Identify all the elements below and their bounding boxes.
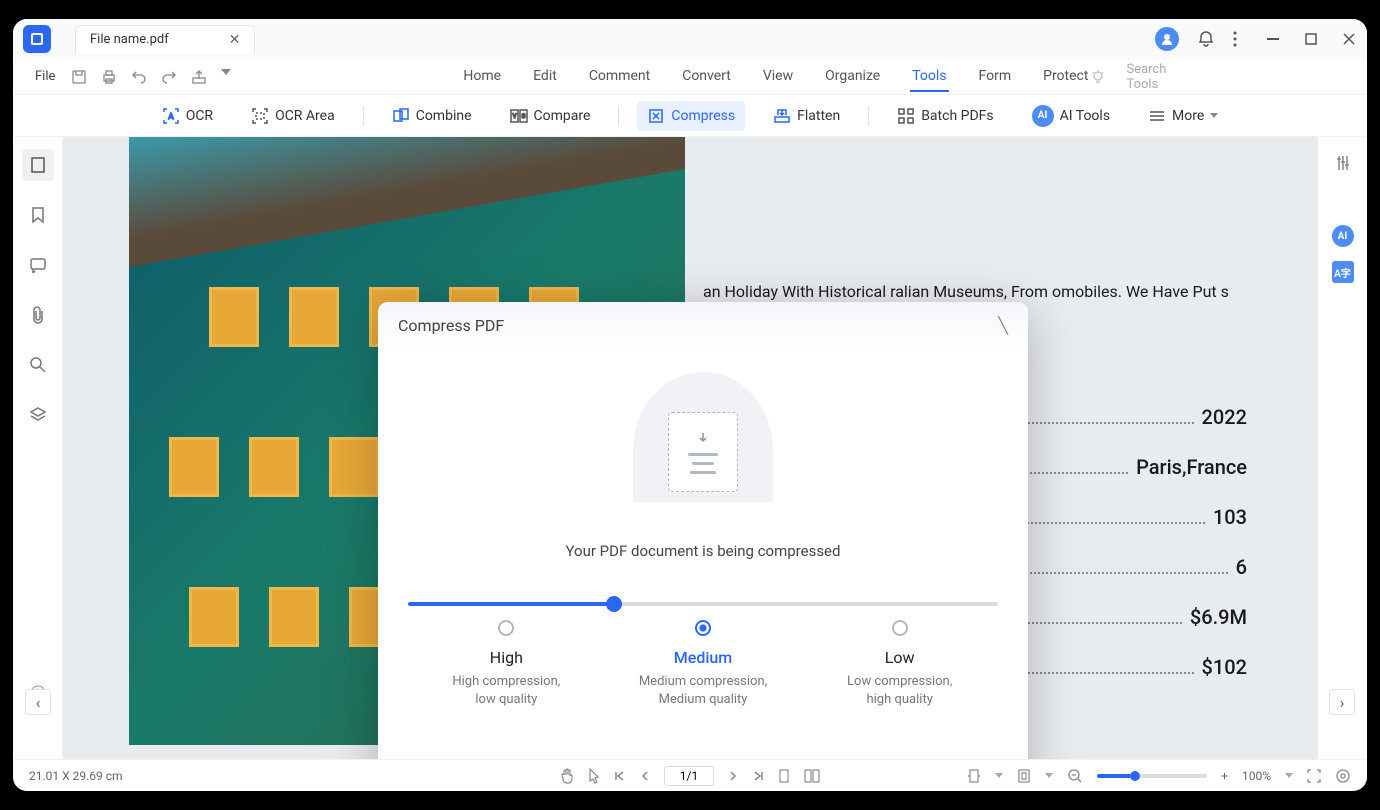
dropdown-icon[interactable] — [221, 69, 231, 85]
tab-filename: File name.pdf — [90, 32, 169, 47]
notification-bell-icon[interactable] — [1197, 30, 1215, 48]
tab-organize[interactable]: Organize — [823, 62, 882, 92]
document-tab[interactable]: File name.pdf ✕ — [75, 25, 255, 54]
content-area: an Holiday With Historical ralian Museum… — [13, 137, 1367, 759]
lightbulb-icon — [1090, 69, 1106, 85]
select-tool-icon[interactable] — [588, 768, 600, 784]
tool-ocr-area[interactable]: OCR Area — [241, 101, 345, 131]
bookmarks-icon[interactable] — [22, 199, 54, 231]
last-page-icon[interactable] — [752, 770, 764, 782]
tool-batch-pdfs[interactable]: Batch PDFs — [887, 101, 1003, 131]
ai-side-icon[interactable]: AI — [1332, 225, 1354, 247]
right-sidebar: AI A字 — [1317, 137, 1367, 759]
radio-medium[interactable] — [695, 620, 711, 636]
radio-low[interactable] — [892, 620, 908, 636]
dialog-header: Compress PDF ╲ — [378, 302, 1028, 348]
thumbnails-icon[interactable] — [22, 149, 54, 181]
collapse-left-icon[interactable]: ‹ — [25, 689, 51, 715]
compress-status: Your PDF document is being compressed — [566, 542, 841, 560]
fit-width-icon[interactable] — [967, 768, 981, 784]
print-icon[interactable] — [101, 69, 117, 85]
fullscreen-icon[interactable] — [1307, 769, 1321, 783]
separator — [618, 106, 619, 126]
tool-combine[interactable]: Combine — [382, 101, 482, 131]
app-logo-icon — [23, 25, 51, 53]
chevron-down-icon[interactable] — [1285, 773, 1293, 779]
tab-tools[interactable]: Tools — [910, 62, 948, 92]
maximize-icon[interactable] — [1303, 31, 1319, 47]
tab-convert[interactable]: Convert — [680, 62, 733, 92]
translate-icon[interactable]: A字 — [1332, 261, 1354, 283]
tool-flatten[interactable]: Flatten — [763, 101, 850, 131]
zoom-slider[interactable] — [1097, 774, 1207, 778]
zoom-in-icon[interactable]: + — [1221, 769, 1228, 783]
quality-medium[interactable]: Medium Medium compression,Medium quality — [605, 620, 802, 709]
tool-more[interactable]: More — [1138, 102, 1228, 130]
quality-high[interactable]: High High compression,low quality — [408, 620, 605, 709]
tool-compress[interactable]: Compress — [637, 101, 745, 131]
comments-icon[interactable] — [22, 249, 54, 281]
tab-home[interactable]: Home — [461, 62, 503, 92]
nav-tabs: Home Edit Comment Convert View Organize … — [461, 62, 1090, 92]
page-dimensions: 21.01 X 29.69 cm — [29, 769, 123, 783]
fit-page-icon[interactable] — [1017, 768, 1031, 784]
search-tools-input[interactable]: Search Tools — [1126, 62, 1166, 92]
tools-toolbar: A OCR OCR Area Combine VS Compare Compre… — [13, 95, 1367, 137]
zoom-value: 100% — [1242, 769, 1271, 783]
quality-slider[interactable]: High High compression,low quality Medium… — [408, 602, 998, 709]
radio-high[interactable] — [498, 620, 514, 636]
tab-form[interactable]: Form — [977, 62, 1014, 92]
compress-dialog: Compress PDF ╲ Your PDF document is bein… — [378, 302, 1028, 791]
first-page-icon[interactable] — [614, 770, 626, 782]
compress-illustration-icon — [633, 372, 773, 502]
svg-text:S: S — [521, 113, 525, 120]
collapse-right-icon[interactable]: › — [1329, 689, 1355, 715]
search-icon[interactable] — [22, 349, 54, 381]
user-avatar-icon[interactable] — [1155, 27, 1179, 51]
statusbar: 21.01 X 29.69 cm + 100% — [13, 759, 1367, 791]
share-icon[interactable] — [191, 69, 207, 85]
tool-compare[interactable]: VS Compare — [500, 101, 601, 131]
svg-text:A: A — [168, 112, 174, 121]
ai-icon: AI — [1032, 105, 1054, 127]
dialog-close-icon[interactable]: ╲ — [998, 316, 1008, 335]
zoom-out-icon[interactable] — [1067, 768, 1083, 784]
tab-edit[interactable]: Edit — [531, 62, 559, 92]
prev-page-icon[interactable] — [640, 770, 650, 782]
titlebar: File name.pdf ✕ — [13, 19, 1367, 59]
hand-tool-icon[interactable] — [560, 768, 574, 784]
properties-icon[interactable] — [1327, 147, 1359, 179]
separator — [363, 106, 364, 126]
chevron-down-icon[interactable] — [1045, 773, 1053, 779]
reading-mode-icon[interactable] — [1335, 768, 1351, 784]
undo-icon[interactable] — [131, 69, 147, 85]
attachments-icon[interactable] — [22, 299, 54, 331]
redo-icon[interactable] — [161, 69, 177, 85]
tab-comment[interactable]: Comment — [587, 62, 652, 92]
file-menu[interactable]: File — [25, 65, 65, 88]
tab-view[interactable]: View — [761, 62, 795, 92]
layers-icon[interactable] — [22, 399, 54, 431]
separator — [868, 106, 869, 126]
next-page-icon[interactable] — [728, 770, 738, 782]
tab-protect[interactable]: Protect — [1041, 62, 1090, 92]
single-page-icon[interactable] — [778, 769, 790, 783]
quality-low[interactable]: Low Low compression,high quality — [801, 620, 998, 709]
dialog-title: Compress PDF — [398, 316, 504, 335]
minimize-icon[interactable] — [1265, 31, 1281, 47]
menubar: File Home Edit Comment Convert View Orga… — [13, 59, 1367, 95]
app-window: File name.pdf ✕ File — [13, 19, 1367, 791]
svg-text:V: V — [512, 113, 516, 120]
save-icon[interactable] — [71, 69, 87, 85]
facing-pages-icon[interactable] — [804, 769, 820, 783]
tool-ai-tools[interactable]: AI AI Tools — [1022, 99, 1120, 133]
kebab-menu-icon[interactable] — [1233, 31, 1237, 47]
left-sidebar — [13, 137, 63, 759]
chevron-down-icon[interactable] — [995, 773, 1003, 779]
page-input[interactable] — [664, 766, 714, 786]
tool-ocr[interactable]: A OCR — [152, 101, 223, 131]
close-window-icon[interactable] — [1341, 31, 1357, 47]
close-tab-icon[interactable]: ✕ — [229, 32, 241, 48]
